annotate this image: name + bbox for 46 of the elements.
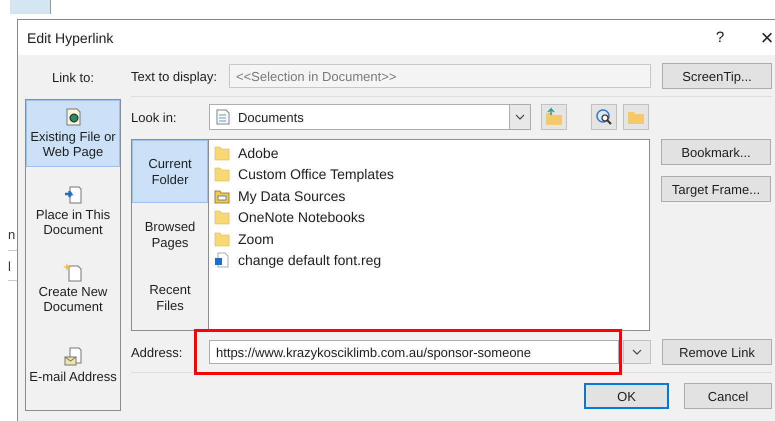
document-icon: [216, 109, 230, 125]
window-title: Edit Hyperlink: [27, 30, 114, 46]
folder-icon: [214, 230, 230, 247]
browse-tab[interactable]: Current Folder: [132, 140, 208, 204]
remove-link-button[interactable]: Remove Link: [662, 339, 772, 365]
link-type-item[interactable]: Place in This Document: [26, 178, 120, 244]
link-type-item[interactable]: Existing File or Web Page: [26, 100, 120, 166]
file-item[interactable]: change default font.reg: [238, 252, 382, 268]
background-panel: [10, 0, 51, 14]
folder-icon: [214, 144, 230, 161]
link-to-label: Link to:: [52, 70, 94, 84]
link-type-item[interactable]: Create New Document: [26, 255, 120, 322]
file-item[interactable]: Adobe: [238, 144, 278, 161]
close-button[interactable]: ×: [752, 24, 775, 50]
text-to-display-label: Text to display:: [131, 68, 218, 84]
folder-icon: [214, 209, 230, 226]
address-field[interactable]: https://www.krazykosciklimb.com.au/sponsor-someone: [209, 340, 619, 364]
new-document-icon: [63, 262, 83, 282]
document-arrow-icon: [63, 184, 83, 205]
file-item[interactable]: My Data Sources: [238, 188, 346, 204]
file-item[interactable]: OneNote Notebooks: [238, 209, 365, 226]
dialog-button[interactable]: Bookmark...: [661, 139, 771, 165]
dialog-button[interactable]: Target Frame...: [661, 176, 771, 202]
dialog-button[interactable]: Cancel: [684, 383, 772, 409]
folder-icon: [214, 166, 230, 182]
dialog-button[interactable]: OK: [584, 383, 669, 409]
chevron-down-icon: [632, 349, 642, 355]
screentip-button[interactable]: ScreenTip...: [662, 63, 772, 89]
folder-icon: [214, 188, 230, 204]
browse-file-button[interactable]: [623, 104, 649, 130]
browse-tab[interactable]: Browsed Pages: [132, 203, 208, 267]
address-label: Address:: [131, 344, 184, 360]
browse-web-button[interactable]: [591, 104, 617, 130]
chevron-down-icon: [515, 114, 525, 120]
file-item[interactable]: Zoom: [238, 230, 274, 247]
browse-tab[interactable]: Recent Files: [132, 266, 208, 330]
file-item[interactable]: Custom Office Templates: [238, 166, 394, 182]
up-folder-button[interactable]: [541, 104, 567, 130]
document-envelope-icon: [63, 347, 83, 368]
link-type-item[interactable]: E-mail Address: [26, 332, 120, 399]
look-in-dropdown[interactable]: Documents: [209, 104, 531, 130]
help-button[interactable]: ?: [710, 29, 730, 46]
globe-magnifier-icon: [594, 107, 614, 127]
document-icon: [214, 252, 230, 268]
look-in-label: Look in:: [131, 110, 178, 124]
folder-up-icon: [544, 107, 564, 127]
